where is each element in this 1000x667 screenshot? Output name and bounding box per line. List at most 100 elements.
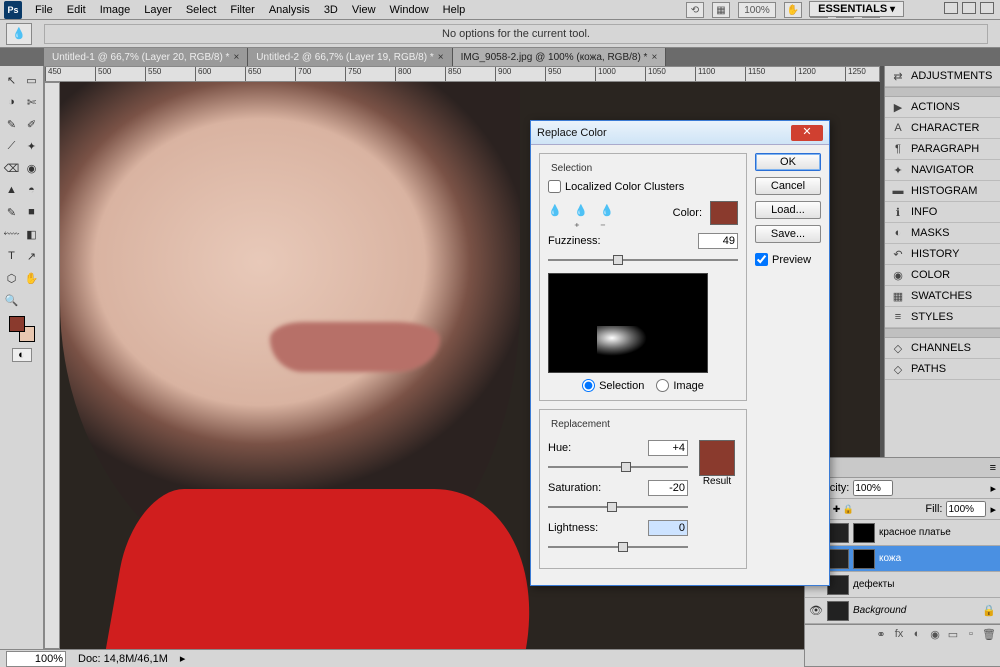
dock-masks[interactable]: ◐MASKS xyxy=(885,223,1000,244)
dock-styles[interactable]: ≡STYLES xyxy=(885,307,1000,328)
tool-1[interactable]: ▭ xyxy=(22,70,42,90)
load-button[interactable]: Load... xyxy=(755,201,821,219)
new-layer-icon[interactable]: ▫ xyxy=(964,628,978,642)
tool-5[interactable]: ✐ xyxy=(22,114,42,134)
tool-6[interactable]: ⟋ xyxy=(2,136,22,156)
dock-histogram[interactable]: ▬HISTOGRAM xyxy=(885,181,1000,202)
light-slider[interactable] xyxy=(548,540,688,554)
maximize-button[interactable] xyxy=(962,2,976,14)
close-button[interactable] xyxy=(980,2,994,14)
eyedropper-icon[interactable]: 💧 xyxy=(548,204,566,222)
cancel-button[interactable]: Cancel xyxy=(755,177,821,195)
arrange-icon[interactable]: ▦ xyxy=(712,2,730,18)
tool-17[interactable]: ↗ xyxy=(22,246,42,266)
tool-12[interactable]: ✎ xyxy=(2,202,22,222)
selection-preview[interactable] xyxy=(548,273,708,373)
fuzziness-input[interactable] xyxy=(698,233,738,249)
tool-18[interactable]: ⬡ xyxy=(2,268,22,288)
menu-edit[interactable]: Edit xyxy=(60,2,93,18)
menu-layer[interactable]: Layer xyxy=(137,2,179,18)
fg-bg-swatch[interactable] xyxy=(9,316,35,342)
close-tab-icon[interactable]: × xyxy=(233,52,239,63)
dock-actions[interactable]: ▶ACTIONS xyxy=(885,97,1000,118)
minimize-button[interactable] xyxy=(944,2,958,14)
tool-0[interactable]: ↖ xyxy=(2,70,22,90)
mask-icon[interactable]: ◐ xyxy=(910,628,924,642)
close-tab-icon[interactable]: × xyxy=(438,52,444,63)
fx-icon[interactable]: fx xyxy=(892,628,906,642)
tool-15[interactable]: ◧ xyxy=(22,224,42,244)
menu-view[interactable]: View xyxy=(345,2,383,18)
menu-help[interactable]: Help xyxy=(436,2,473,18)
ok-button[interactable]: OK xyxy=(755,153,821,171)
menu-select[interactable]: Select xyxy=(179,2,224,18)
image-radio[interactable]: Image xyxy=(656,379,704,392)
menu-analysis[interactable]: Analysis xyxy=(262,2,317,18)
eyedropper-minus-icon[interactable]: 💧₋ xyxy=(600,204,618,222)
dock-adjustments[interactable]: ⇄ADJUSTMENTS xyxy=(885,66,1000,87)
workspace-chip[interactable]: ESSENTIALS ▾ xyxy=(809,1,904,17)
dock-character[interactable]: ACHARACTER xyxy=(885,118,1000,139)
tool-13[interactable]: ■ xyxy=(22,202,42,222)
fill-input[interactable] xyxy=(946,501,986,517)
menu-file[interactable]: File xyxy=(28,2,60,18)
tool-9[interactable]: ◉ xyxy=(22,158,42,178)
close-tab-icon[interactable]: × xyxy=(651,52,657,63)
opacity-input[interactable] xyxy=(853,480,893,496)
dialog-titlebar[interactable]: Replace Color ✕ xyxy=(531,121,829,145)
fuzziness-slider[interactable] xyxy=(548,253,738,267)
flyout-icon[interactable]: ▸ xyxy=(180,652,186,665)
tool-19[interactable]: ✋ xyxy=(22,268,42,288)
tool-10[interactable]: ▲ xyxy=(2,180,22,200)
preview-checkbox[interactable]: Preview xyxy=(755,253,821,266)
menu-window[interactable]: Window xyxy=(383,2,436,18)
dock-paths[interactable]: ◇PATHS xyxy=(885,359,1000,380)
selection-radio[interactable]: Selection xyxy=(582,379,644,392)
menu-3d[interactable]: 3D xyxy=(317,2,345,18)
doc-tab[interactable]: Untitled-1 @ 66,7% (Layer 20, RGB/8) *× xyxy=(44,48,248,66)
dock-navigator[interactable]: ✦NAVIGATOR xyxy=(885,160,1000,181)
dialog-close-icon[interactable]: ✕ xyxy=(791,125,823,141)
result-swatch[interactable] xyxy=(699,440,735,476)
tool-4[interactable]: ✎ xyxy=(2,114,22,134)
save-button[interactable]: Save... xyxy=(755,225,821,243)
localized-checkbox[interactable]: Localized Color Clusters xyxy=(548,180,738,193)
view-rotate-icon[interactable]: ⟲ xyxy=(686,2,704,18)
zoom-field[interactable]: 100% xyxy=(6,651,66,667)
menu-image[interactable]: Image xyxy=(93,2,138,18)
tool-11[interactable]: ◓ xyxy=(22,180,42,200)
quick-mask-icon[interactable]: ◐ xyxy=(12,348,32,362)
visibility-icon[interactable]: 👁 xyxy=(809,604,823,617)
tool-20[interactable]: 🔍 xyxy=(2,290,22,310)
dock-channels[interactable]: ◇CHANNELS xyxy=(885,338,1000,359)
sat-input[interactable] xyxy=(648,480,688,496)
doc-tab[interactable]: Untitled-2 @ 66,7% (Layer 19, RGB/8) *× xyxy=(248,48,452,66)
tool-21[interactable] xyxy=(22,290,42,310)
current-tool-icon[interactable]: 💧 xyxy=(6,23,32,45)
light-input[interactable] xyxy=(648,520,688,536)
doc-tab[interactable]: IMG_9058-2.jpg @ 100% (кожа, RGB/8) *× xyxy=(453,48,667,66)
trash-icon[interactable]: 🗑 xyxy=(982,628,996,642)
layer-row[interactable]: дефекты xyxy=(805,572,1000,598)
group-icon[interactable]: ▭ xyxy=(946,628,960,642)
color-swatch[interactable] xyxy=(710,201,738,225)
hue-input[interactable] xyxy=(648,440,688,456)
tool-3[interactable]: ✄ xyxy=(22,92,42,112)
dock-paragraph[interactable]: ¶PARAGRAPH xyxy=(885,139,1000,160)
link-icon[interactable]: ⚭ xyxy=(874,628,888,642)
hue-slider[interactable] xyxy=(548,460,688,474)
dock-history[interactable]: ↶HISTORY xyxy=(885,244,1000,265)
dock-info[interactable]: ℹINFO xyxy=(885,202,1000,223)
dock-swatches[interactable]: ▦SWATCHES xyxy=(885,286,1000,307)
eyedropper-plus-icon[interactable]: 💧₊ xyxy=(574,204,592,222)
dock-color[interactable]: ◉COLOR xyxy=(885,265,1000,286)
layer-row[interactable]: 👁кожа xyxy=(805,546,1000,572)
sat-slider[interactable] xyxy=(548,500,688,514)
hand-icon[interactable]: ✋ xyxy=(784,2,802,18)
tool-7[interactable]: ✦ xyxy=(22,136,42,156)
tool-2[interactable]: ◑ xyxy=(2,92,22,112)
adjust-icon[interactable]: ◉ xyxy=(928,628,942,642)
menu-filter[interactable]: Filter xyxy=(223,2,261,18)
tool-14[interactable]: ⬳ xyxy=(2,224,22,244)
tool-16[interactable]: T xyxy=(2,246,22,266)
